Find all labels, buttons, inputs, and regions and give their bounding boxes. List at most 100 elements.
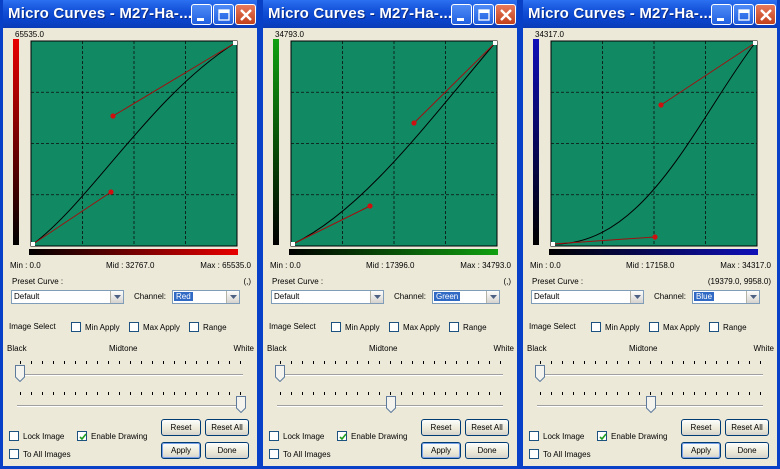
lock-image-label: Lock Image <box>543 432 585 441</box>
preset-curve-dropdown[interactable]: Default <box>271 290 384 304</box>
close-button[interactable] <box>755 4 776 25</box>
done-button[interactable]: Done <box>725 442 769 459</box>
slider-tick <box>661 392 662 395</box>
preset-curve-dropdown[interactable]: Default <box>11 290 124 304</box>
slider-tick <box>401 392 402 395</box>
bottom-slider-thumb[interactable] <box>385 396 396 414</box>
black-label: Black <box>267 344 287 353</box>
enable-drawing-checkbox[interactable] <box>77 431 87 441</box>
mid-label: Mid : 17396.0 <box>366 261 415 270</box>
apply-button[interactable]: Apply <box>681 442 721 459</box>
control-point <box>110 113 116 119</box>
slider-tick <box>240 361 241 364</box>
dropdown-arrow-icon[interactable] <box>630 291 643 303</box>
slider-tick <box>727 392 728 395</box>
channel-dropdown[interactable]: Green <box>432 290 500 304</box>
range-checkbox[interactable] <box>189 322 199 332</box>
min-apply-checkbox[interactable] <box>331 322 341 332</box>
slider-tick <box>606 392 607 395</box>
minimize-button[interactable] <box>191 4 212 25</box>
max-apply-checkbox[interactable] <box>389 322 399 332</box>
close-button[interactable] <box>235 4 256 25</box>
reset-all-button[interactable]: Reset All <box>465 419 509 436</box>
curve-canvas[interactable] <box>13 39 241 261</box>
reset-all-button[interactable]: Reset All <box>725 419 769 436</box>
dropdown-arrow-icon[interactable] <box>110 291 123 303</box>
minimize-button[interactable] <box>711 4 732 25</box>
top-slider-thumb[interactable] <box>275 365 285 383</box>
max-apply-checkbox[interactable] <box>129 322 139 332</box>
to-all-images-checkbox[interactable] <box>269 449 279 459</box>
top-slider-thumb[interactable] <box>15 365 25 383</box>
to-all-images-label: To All Images <box>23 450 71 459</box>
title-bar[interactable]: Micro Curves - M27-Ha-... <box>3 0 257 28</box>
slider-tick <box>639 361 640 364</box>
curve-editor[interactable] <box>273 39 501 263</box>
enable-drawing-checkbox[interactable] <box>597 431 607 441</box>
slider-tick <box>478 392 479 395</box>
top-slider-thumb[interactable] <box>535 365 545 383</box>
minimize-button[interactable] <box>451 4 472 25</box>
lock-image-checkbox[interactable] <box>9 431 19 441</box>
dropdown-arrow-icon[interactable] <box>226 291 239 303</box>
range-checkbox[interactable] <box>709 322 719 332</box>
preset-curve-dropdown[interactable]: Default <box>531 290 644 304</box>
preset-curve-value: Default <box>274 292 300 301</box>
done-button[interactable]: Done <box>465 442 509 459</box>
dropdown-arrow-icon[interactable] <box>746 291 759 303</box>
slider-tick <box>760 392 761 395</box>
slider-tick <box>196 361 197 364</box>
done-button[interactable]: Done <box>205 442 249 459</box>
midtone-label: Midtone <box>629 344 658 353</box>
curve-canvas[interactable] <box>533 39 761 261</box>
title-bar[interactable]: Micro Curves - M27-Ha-... <box>523 0 777 28</box>
slider-tick <box>500 392 501 395</box>
check-mark-icon <box>339 433 347 441</box>
top-slider-track[interactable] <box>277 374 503 376</box>
min-label: Min : 0.0 <box>270 261 301 270</box>
min-apply-checkbox[interactable] <box>71 322 81 332</box>
lock-image-checkbox[interactable] <box>269 431 279 441</box>
enable-drawing-checkbox[interactable] <box>337 431 347 441</box>
slider-tick <box>672 392 673 395</box>
title-bar[interactable]: Micro Curves - M27-Ha-... <box>263 0 517 28</box>
bottom-slider-track[interactable] <box>17 405 243 407</box>
reset-button[interactable]: Reset <box>681 419 721 436</box>
slider-tick <box>390 361 391 364</box>
top-slider-track[interactable] <box>17 374 243 376</box>
to-all-images-checkbox[interactable] <box>529 449 539 459</box>
max-apply-checkbox[interactable] <box>649 322 659 332</box>
maximize-button[interactable] <box>213 4 234 25</box>
dropdown-arrow-icon[interactable] <box>370 291 383 303</box>
maximize-button[interactable] <box>473 4 494 25</box>
dropdown-arrow-icon[interactable] <box>486 291 499 303</box>
lock-image-checkbox[interactable] <box>529 431 539 441</box>
slider-tick <box>562 361 563 364</box>
top-slider-track[interactable] <box>537 374 763 376</box>
channel-dropdown[interactable]: Red <box>172 290 240 304</box>
bottom-slider-thumb[interactable] <box>645 396 656 414</box>
slider-tick <box>467 392 468 395</box>
slider-tick <box>467 361 468 364</box>
curve-editor[interactable] <box>13 39 241 263</box>
cursor-coordinates: (19379.0, 9958.0) <box>707 277 771 286</box>
slider-tick <box>606 361 607 364</box>
min-apply-checkbox[interactable] <box>591 322 601 332</box>
apply-button[interactable]: Apply <box>421 442 461 459</box>
reset-all-button[interactable]: Reset All <box>205 419 249 436</box>
slider-tick <box>738 361 739 364</box>
close-button[interactable] <box>495 4 516 25</box>
slider-tick <box>119 392 120 395</box>
channel-dropdown[interactable]: Blue <box>692 290 760 304</box>
reset-button[interactable]: Reset <box>421 419 461 436</box>
maximize-button[interactable] <box>733 4 754 25</box>
to-all-images-checkbox[interactable] <box>9 449 19 459</box>
bottom-slider-thumb[interactable] <box>236 396 246 414</box>
mid-label: Mid : 32767.0 <box>106 261 155 270</box>
range-checkbox[interactable] <box>449 322 459 332</box>
apply-button[interactable]: Apply <box>161 442 201 459</box>
curve-editor[interactable] <box>533 39 761 263</box>
reset-button[interactable]: Reset <box>161 419 201 436</box>
curve-canvas[interactable] <box>273 39 501 261</box>
midtone-label: Midtone <box>369 344 398 353</box>
